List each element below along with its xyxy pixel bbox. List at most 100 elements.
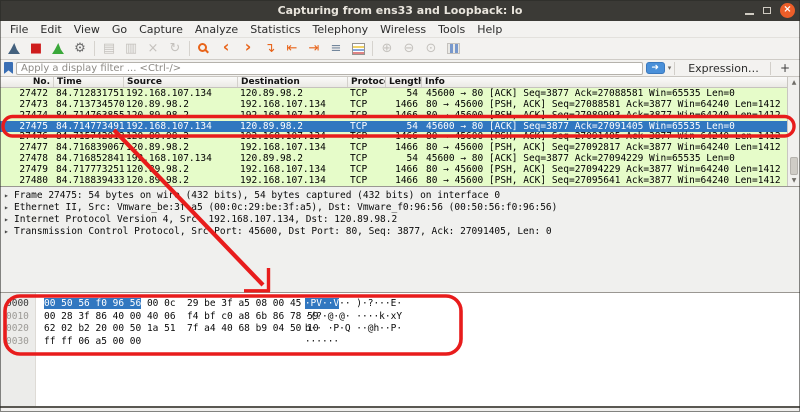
hex-bytes-rest: ff ff 06 a5 00 00 <box>44 336 141 347</box>
hex-bytes-rest: 00 0c 29 be 3f a5 08 00 45 00 <box>141 298 318 309</box>
last-packet-button[interactable]: ⇥ <box>303 39 325 58</box>
stop-capture-icon: ■ <box>30 42 42 55</box>
hex-row[interactable]: 001000 28 3f 86 40 00 40 06 f4 bf c0 a8 … <box>0 311 800 324</box>
menu-tools[interactable]: Tools <box>432 21 471 37</box>
scroll-down-icon[interactable]: ▼ <box>792 177 797 184</box>
cell-destination: 192.168.107.134 <box>238 142 348 153</box>
column-header-destination[interactable]: Destination <box>238 77 348 87</box>
menu-telephony[interactable]: Telephony <box>307 21 375 37</box>
colorize-icon <box>352 43 365 55</box>
menu-go[interactable]: Go <box>106 21 133 37</box>
menu-file[interactable]: File <box>4 21 34 37</box>
zoom-out-button: ⊖ <box>398 39 420 58</box>
filter-dropdown-caret-icon[interactable]: ▾ <box>668 64 672 72</box>
cell-info: 80 → 45600 [PSH, ACK] Seq=27088581 Ack=3… <box>422 99 800 110</box>
hex-bytes-selected: 00 50 56 f0 96 56 <box>44 298 141 309</box>
menu-edit[interactable]: Edit <box>34 21 67 37</box>
expand-caret-icon[interactable]: ▸ <box>4 202 14 214</box>
cell-source: 120.89.98.2 <box>124 99 238 110</box>
menu-capture[interactable]: Capture <box>133 21 189 37</box>
menu-analyze[interactable]: Analyze <box>189 21 244 37</box>
column-header-info[interactable]: Info <box>422 77 800 87</box>
hex-offset: 0000 <box>0 298 36 311</box>
scrollbar-thumb[interactable] <box>790 157 798 175</box>
hex-ascii-selected: ·PV··V <box>305 298 339 309</box>
previous-packet-button[interactable]: ‹ <box>215 39 237 58</box>
detail-line[interactable]: ▸Frame 27475: 54 bytes on wire (432 bits… <box>0 190 800 202</box>
packet-row[interactable]: 2747884.716852841192.168.107.134120.89.9… <box>0 153 800 164</box>
cell-no: 27474 <box>0 110 54 121</box>
cell-length: 1466 <box>386 99 422 110</box>
menu-view[interactable]: View <box>68 21 106 37</box>
start-capture-button[interactable] <box>3 39 25 58</box>
cell-protocol: TCP <box>348 99 386 110</box>
scroll-up-icon[interactable]: ▲ <box>792 79 797 86</box>
window-title: Capturing from ens33 and Loopback: lo <box>278 4 523 17</box>
menu-wireless[interactable]: Wireless <box>374 21 432 37</box>
packet-row[interactable]: 2747984.717773251120.89.98.2192.168.107.… <box>0 164 800 175</box>
expand-caret-icon[interactable]: ▸ <box>4 214 14 226</box>
menu-statistics[interactable]: Statistics <box>244 21 306 37</box>
bookmark-icon[interactable] <box>4 62 13 74</box>
auto-scroll-button[interactable]: ≡ <box>325 39 347 58</box>
hex-row[interactable]: 0000 00 50 56 f0 96 56 00 0c 29 be 3f a5 … <box>0 298 800 311</box>
filter-toolbar: ➜ ▾ Expression… + <box>0 60 800 77</box>
first-packet-button[interactable]: ⇤ <box>281 39 303 58</box>
main-toolbar: ■⚙▤▥×↻‹›↴⇤⇥≡⊕⊖⊙ <box>0 38 800 60</box>
cell-no: 27477 <box>0 142 54 153</box>
detail-line[interactable]: ▸Transmission Control Protocol, Src Port… <box>0 226 800 238</box>
next-packet-button[interactable]: › <box>237 39 259 58</box>
packet-row[interactable]: 2748084.718839433120.89.98.2192.168.107.… <box>0 175 800 186</box>
hex-ascii: ·PV··V·· )·?···E· <box>305 298 402 309</box>
packet-row[interactable]: 2747284.712831751192.168.107.134120.89.9… <box>0 88 800 99</box>
detail-text: Frame 27475: 54 bytes on wire (432 bits)… <box>14 190 500 201</box>
detail-text: Ethernet II, Src: Vmware_be:3f:a5 (00:0c… <box>14 202 557 213</box>
packet-row[interactable]: 2747784.716839067120.89.98.2192.168.107.… <box>0 142 800 153</box>
cell-source: 192.168.107.134 <box>124 153 238 164</box>
toolbar-separator <box>94 41 95 56</box>
reload-icon: ↻ <box>170 42 181 55</box>
colorize-button[interactable] <box>347 39 369 58</box>
hex-row[interactable]: 0030ff ff 06 a5 00 00······ <box>0 336 800 349</box>
cell-length: 1466 <box>386 131 422 142</box>
detail-line[interactable]: ▸Ethernet II, Src: Vmware_be:3f:a5 (00:0… <box>0 202 800 214</box>
detail-text: Internet Protocol Version 4, Src: 192.16… <box>14 214 397 225</box>
expand-caret-icon[interactable]: ▸ <box>4 190 14 202</box>
display-filter-input[interactable] <box>16 62 643 75</box>
hex-ascii: ·(?·@·@· ····k·xY <box>305 311 402 322</box>
go-to-packet-button[interactable]: ↴ <box>259 39 281 58</box>
packet-row[interactable]: 2747384.713734570120.89.98.2192.168.107.… <box>0 99 800 110</box>
stop-capture-button[interactable]: ■ <box>25 39 47 58</box>
cell-protocol: TCP <box>348 142 386 153</box>
packet-row[interactable]: 2747684.715742013120.89.98.2192.168.107.… <box>0 132 800 143</box>
cell-length: 54 <box>386 153 422 164</box>
capture-options-button[interactable]: ⚙ <box>69 39 91 58</box>
cell-info: 80 → 45600 [PSH, ACK] Seq=27089993 Ack=3… <box>422 110 800 121</box>
cell-time: 84.712831751 <box>54 88 124 99</box>
hex-rows: 0000 00 50 56 f0 96 56 00 0c 29 be 3f a5 … <box>0 293 800 348</box>
detail-line[interactable]: ▸Internet Protocol Version 4, Src: 192.1… <box>0 214 800 226</box>
column-header-length[interactable]: Length <box>386 77 422 87</box>
restart-capture-icon <box>52 43 65 55</box>
minimize-icon[interactable] <box>745 13 754 15</box>
expand-caret-icon[interactable]: ▸ <box>4 226 14 238</box>
expression-button[interactable]: Expression… <box>678 62 767 75</box>
find-packet-button[interactable] <box>193 39 215 58</box>
column-header-time[interactable]: Time <box>54 77 124 87</box>
hex-row[interactable]: 002062 02 b2 20 00 50 1a 51 7f a4 40 68 … <box>0 323 800 336</box>
column-header-no[interactable]: No. <box>0 77 54 87</box>
hex-ascii-rest: ·· )·?···E· <box>339 298 402 309</box>
add-filter-button[interactable]: + <box>774 61 796 75</box>
apply-filter-button[interactable]: ➜ <box>646 62 665 74</box>
restart-capture-button[interactable] <box>47 39 69 58</box>
menu-help[interactable]: Help <box>471 21 508 37</box>
close-icon[interactable]: × <box>780 3 795 18</box>
restore-icon[interactable] <box>763 7 771 14</box>
column-header-protocol[interactable]: Protocol <box>348 77 386 87</box>
packet-list-scrollbar[interactable]: ▲ ▼ <box>787 77 800 186</box>
packet-row[interactable]: 2747484.714763855120.89.98.2192.168.107.… <box>0 110 800 121</box>
cell-length: 1466 <box>386 142 422 153</box>
packet-list-header: No.TimeSourceDestinationProtocolLengthIn… <box>0 77 800 88</box>
packet-row-selected[interactable]: 2747584.714773491192.168.107.134120.89.9… <box>0 121 800 132</box>
column-header-source[interactable]: Source <box>124 77 238 87</box>
